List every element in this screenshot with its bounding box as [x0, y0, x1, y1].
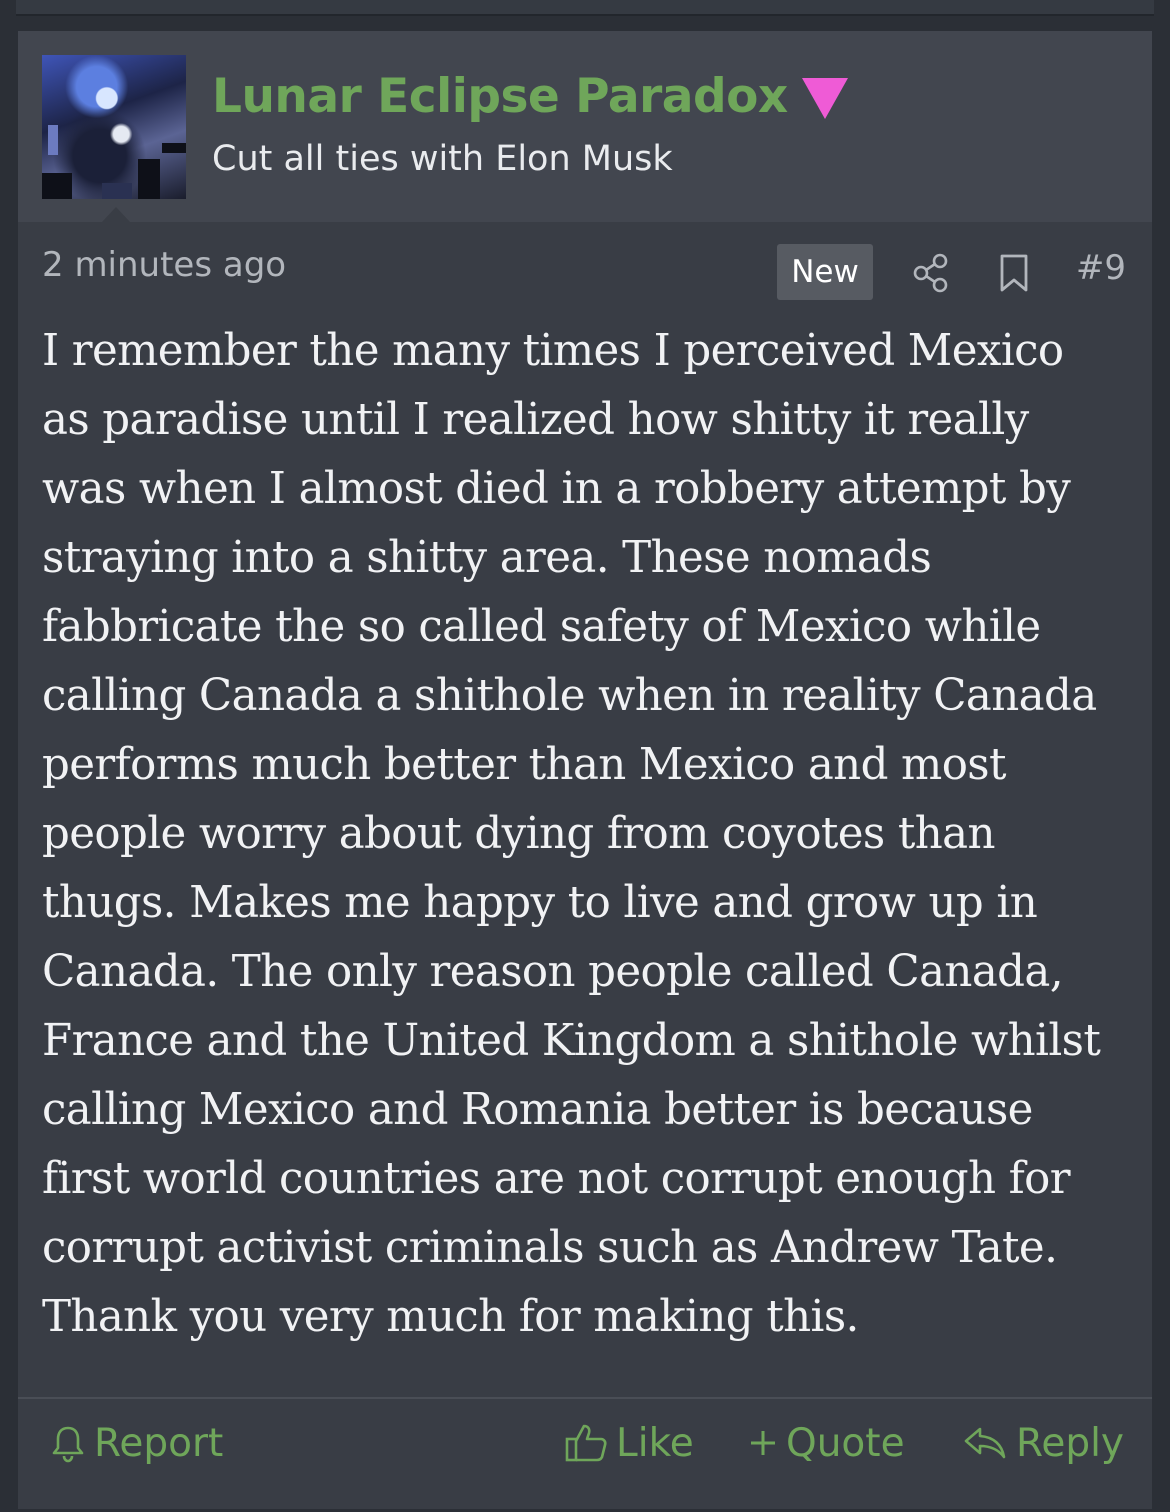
- post-number-link[interactable]: #9: [1076, 248, 1126, 288]
- like-button[interactable]: Like: [564, 1415, 694, 1471]
- post-footer-divider: [18, 1397, 1152, 1399]
- post-body: I remember the many times I perceived Me…: [42, 326, 1101, 1342]
- avatar-pointer: [102, 207, 130, 222]
- report-button[interactable]: Report: [50, 1415, 223, 1471]
- quote-button[interactable]: Quote: [748, 1415, 905, 1471]
- username-link[interactable]: Lunar Eclipse Paradox: [212, 69, 788, 124]
- post-header: Lunar Eclipse Paradox Cut all ties with …: [18, 31, 1152, 222]
- reply-arrow-icon: [964, 1427, 1006, 1459]
- like-label: Like: [616, 1420, 694, 1466]
- username-row: Lunar Eclipse Paradox: [212, 61, 848, 131]
- quote-label: Quote: [786, 1420, 905, 1466]
- bell-icon: [52, 1426, 84, 1463]
- user-title: Cut all ties with Elon Musk: [212, 139, 673, 179]
- plus-icon: [751, 1431, 775, 1455]
- forum-post: Lunar Eclipse Paradox Cut all ties with …: [18, 31, 1152, 1509]
- share-icon[interactable]: [912, 253, 950, 293]
- report-label: Report: [94, 1420, 224, 1466]
- previous-post-edge: [16, 0, 1154, 16]
- bookmark-icon[interactable]: [998, 253, 1030, 293]
- post-timestamp[interactable]: 2 minutes ago: [42, 245, 286, 285]
- pink-triangle-icon: [801, 77, 848, 119]
- user-avatar[interactable]: [42, 55, 186, 199]
- new-badge: New: [777, 244, 873, 300]
- thumbs-up-icon: [565, 1424, 607, 1462]
- reply-button[interactable]: Reply: [962, 1415, 1124, 1471]
- reply-label: Reply: [1016, 1420, 1125, 1466]
